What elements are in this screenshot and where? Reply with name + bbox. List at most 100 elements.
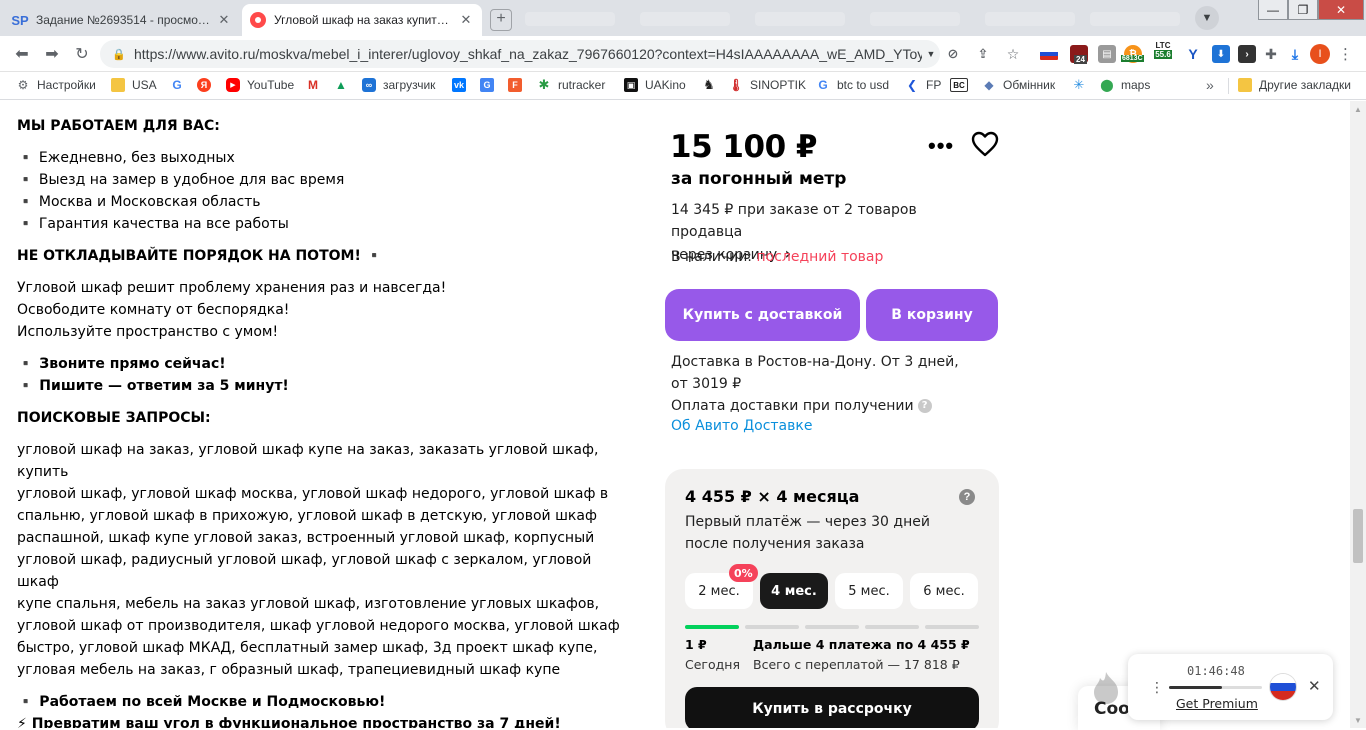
page-scrollbar[interactable]: ▲ ▼ <box>1350 101 1366 728</box>
bookmark-youtube[interactable]: ▶ YouTube <box>226 78 294 92</box>
window-close-icon[interactable]: ✕ <box>1318 0 1364 20</box>
background-tab[interactable] <box>985 12 1075 26</box>
back-arrow-icon[interactable]: ⬅ <box>12 44 32 64</box>
puzzle-extensions-icon[interactable]: ✚ <box>1262 45 1280 63</box>
question-icon[interactable]: ? <box>959 489 975 505</box>
bookmark-other[interactable]: Другие закладки <box>1238 78 1351 92</box>
pitch-line: Используйте пространство с умом! <box>17 324 279 340</box>
player-progress-bar[interactable] <box>1169 686 1262 689</box>
write-now: ▪️ Пишите — ответим за 5 минут! <box>17 378 289 394</box>
tab-search-chevron-down-icon[interactable]: ▼ <box>1195 6 1219 30</box>
terminal-icon[interactable]: › <box>1238 45 1256 63</box>
restore-icon[interactable]: ❐ <box>1288 0 1318 20</box>
player-close-icon[interactable]: ✕ <box>1308 677 1321 695</box>
bookmark-settings[interactable]: ⚙ Настройки <box>16 78 96 92</box>
bitcoin-icon[interactable]: ₿ 6813С <box>1121 45 1144 63</box>
downloads-icon[interactable]: ⤓ <box>1286 45 1304 63</box>
bookmark-chess[interactable]: ♞ <box>702 77 723 92</box>
bookmark-google[interactable]: G <box>170 78 191 92</box>
chess-icon: ♞ <box>703 77 715 92</box>
lock-icon[interactable]: 🔒 <box>112 48 126 61</box>
download-box-icon[interactable]: ⬇ <box>1212 45 1230 63</box>
term-2-months[interactable]: 2 мес. 0% <box>685 564 758 609</box>
profile-avatar[interactable]: I <box>1310 44 1330 64</box>
flag-ru-icon[interactable] <box>1040 48 1058 60</box>
bookmark-bc[interactable]: BC <box>950 78 975 92</box>
bookmark-star[interactable]: ✳ <box>1072 77 1093 92</box>
tab-close-icon[interactable]: ✕ <box>216 12 232 28</box>
youtube-icon: ▶ <box>226 78 240 92</box>
term-5-months[interactable]: 5 мес. <box>835 573 903 609</box>
extension-shield-icon[interactable]: 24 <box>1070 45 1088 64</box>
block-icon[interactable]: ⊘ <box>944 45 962 63</box>
star-icon: ✳ <box>1073 77 1085 92</box>
tab-close-icon[interactable]: ✕ <box>458 12 474 28</box>
bookmark-loader[interactable]: ∞ загрузчик <box>362 78 435 92</box>
loop-icon: ∞ <box>362 78 376 92</box>
fp-icon: ❮ <box>906 78 918 92</box>
availability: В наличии: последний товар <box>671 246 883 268</box>
add-to-cart-button[interactable]: В корзину <box>866 289 998 341</box>
heading-we-work: МЫ РАБОТАЕМ ДЛЯ ВАС: <box>17 118 220 134</box>
thermometer-icon: 🌡 <box>728 78 744 92</box>
bookmark-rutracker[interactable]: ✱ rutracker <box>537 77 606 92</box>
flag-ru-icon[interactable] <box>1270 674 1296 700</box>
favorite-heart-icon[interactable] <box>971 131 999 157</box>
term-6-months[interactable]: 6 мес. <box>910 573 978 609</box>
background-tab[interactable] <box>755 12 845 26</box>
bookmark-translate[interactable]: G <box>480 78 501 92</box>
rutracker-icon: ✱ <box>538 77 550 92</box>
bookmark-exchange[interactable]: ◆ Обмінник <box>982 78 1055 92</box>
scroll-up-icon[interactable]: ▲ <box>1350 101 1366 117</box>
search-line: угловой шкаф, радиусный угловой шкаф, уг… <box>17 552 592 590</box>
bookmark-uakino[interactable]: ▣ UAKino <box>624 78 686 92</box>
litecoin-icon[interactable]: LTC 55.6 <box>1152 41 1174 59</box>
tab-avito[interactable]: Угловой шкаф на заказ купить в г ✕ <box>242 4 482 36</box>
bookmarks-more-icon[interactable]: » <box>1206 77 1214 93</box>
contact-block: ▪️ Звоните прямо сейчас! ▪️ Пишите — отв… <box>17 353 627 397</box>
bookmark-usa[interactable]: USA <box>111 78 157 92</box>
share-icon[interactable]: ⇪ <box>974 45 992 63</box>
bookmark-fp[interactable]: ❮ FP <box>905 78 941 92</box>
bookmark-gmail[interactable]: M <box>306 78 327 92</box>
bookmarks-divider <box>1228 78 1229 94</box>
extension-briefcase-icon[interactable]: ▤ <box>1098 45 1116 63</box>
bookmark-vk[interactable]: vk <box>452 78 473 92</box>
buy-installment-button[interactable]: Купить в рассрочку <box>685 687 979 728</box>
background-tab[interactable] <box>870 12 960 26</box>
bookmark-btc-to-usd[interactable]: Gbtc to usd <box>816 78 889 92</box>
bookmark-sinoptik[interactable]: 🌡 SINOPTIK <box>728 78 806 92</box>
background-tab[interactable] <box>525 12 615 26</box>
caret-down-icon[interactable]: ▼ <box>922 49 940 59</box>
avito-favicon-icon <box>250 12 266 28</box>
player-menu-icon[interactable]: ⋮ <box>1150 679 1164 696</box>
background-tab[interactable] <box>640 12 730 26</box>
more-options-icon[interactable]: ••• <box>928 133 954 159</box>
bookmark-drive[interactable]: ▲ <box>334 78 355 92</box>
buy-with-delivery-button[interactable]: Купить с доставкой <box>665 289 860 341</box>
bookmark-yandex[interactable]: Я <box>197 78 218 92</box>
reload-icon[interactable]: ↻ <box>72 44 92 64</box>
address-bar[interactable]: 🔒 https://www.avito.ru/moskva/mebel_i_in… <box>100 40 940 68</box>
new-tab-button[interactable]: + <box>490 9 512 31</box>
bookmark-maps[interactable]: ⬤ maps <box>1100 78 1150 92</box>
delivery-info: Доставка в Ростов-на-Дону. От 3 дней, от… <box>671 351 991 417</box>
call-now: ▪️ Звоните прямо сейчас! <box>17 356 226 372</box>
url-text[interactable]: https://www.avito.ru/moskva/mebel_i_inte… <box>134 46 922 62</box>
question-icon[interactable]: ? <box>917 399 932 413</box>
scroll-thumb[interactable] <box>1353 509 1363 563</box>
tab-task[interactable]: SP Задание №2693514 - просмотр з ✕ <box>4 4 240 36</box>
bookmark-f[interactable]: F <box>508 78 529 92</box>
player-time: 01:46:48 <box>1187 664 1245 678</box>
bookmark-star-icon[interactable]: ☆ <box>1004 45 1022 63</box>
about-avito-delivery-link[interactable]: Об Авито Доставке <box>671 415 812 437</box>
scroll-down-icon[interactable]: ▼ <box>1350 712 1366 728</box>
minimize-icon[interactable]: — <box>1258 0 1288 20</box>
background-tab[interactable] <box>1090 12 1180 26</box>
forward-arrow-icon[interactable]: ➡ <box>42 44 62 64</box>
get-premium-link[interactable]: Get Premium <box>1176 696 1258 711</box>
term-4-months[interactable]: 4 мес. <box>760 573 828 609</box>
y-extension-icon[interactable]: Y <box>1184 45 1202 63</box>
menu-kebab-icon[interactable]: ⋮ <box>1338 45 1353 63</box>
bookmarks-bar: ⚙ Настройки USA G Я ▶ YouTube M ▲ ∞ загрузч… <box>0 72 1366 100</box>
